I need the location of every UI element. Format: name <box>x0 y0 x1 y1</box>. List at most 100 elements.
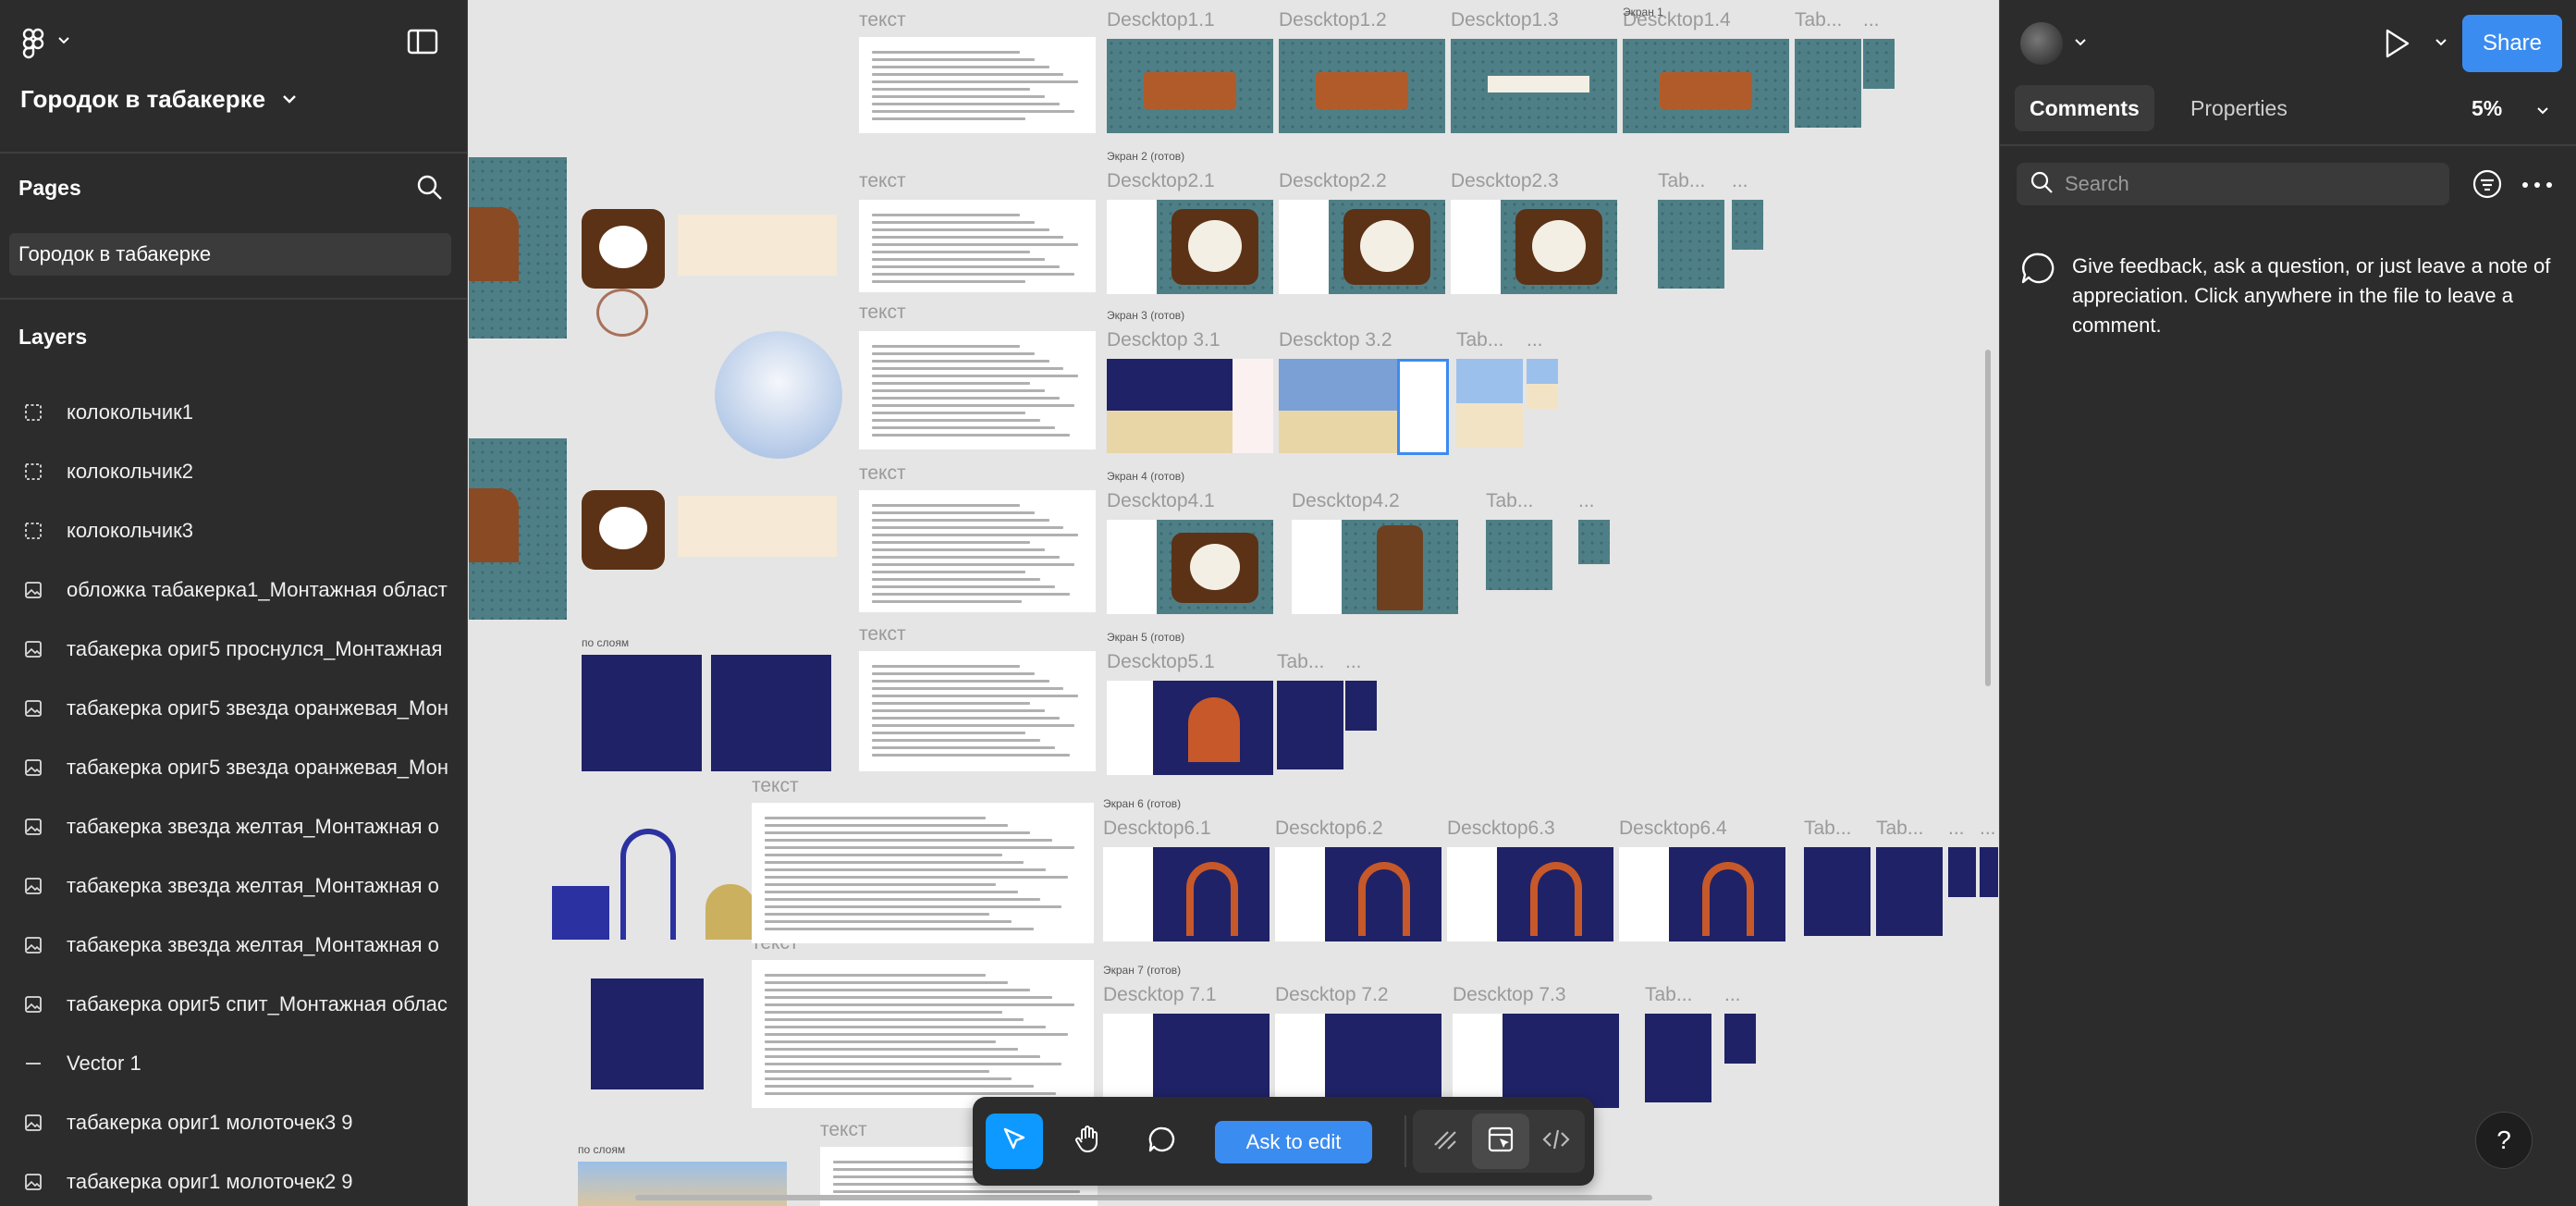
comment-tool-button[interactable] <box>1134 1114 1191 1169</box>
artwork-thumbnail[interactable] <box>582 655 702 771</box>
layer-item[interactable]: табакерка ориг5 звезда оранжевая_Мон <box>0 738 467 797</box>
artwork-thumbnail[interactable] <box>552 886 609 940</box>
dev-mode-button[interactable] <box>1527 1114 1585 1169</box>
share-button[interactable]: Share <box>2462 15 2562 72</box>
desktop-frame[interactable] <box>1275 847 1441 941</box>
hand-tool-button[interactable] <box>1060 1114 1117 1169</box>
layer-item[interactable]: табакерка ориг5 спит_Монтажная облас <box>0 975 467 1034</box>
help-button[interactable]: ? <box>2475 1112 2533 1169</box>
layer-item[interactable]: табакерка ориг5 проснулся_Монтажная <box>0 620 467 679</box>
artwork-thumbnail[interactable] <box>620 829 676 940</box>
artwork-thumbnail[interactable] <box>678 496 837 557</box>
mobile-frame[interactable] <box>1980 847 1998 897</box>
chevron-down-icon[interactable] <box>2074 35 2087 52</box>
layer-item[interactable]: Vector 1 <box>0 1034 467 1093</box>
search-input[interactable] <box>2065 172 2435 196</box>
layer-item[interactable]: табакерка ориг5 звезда оранжевая_Мон <box>0 679 467 738</box>
text-frame[interactable] <box>859 37 1096 133</box>
zoom-level[interactable]: 5% <box>2472 96 2502 121</box>
figma-logo-icon[interactable] <box>22 28 44 64</box>
text-frame[interactable] <box>859 651 1096 771</box>
search-icon[interactable] <box>416 174 444 206</box>
file-title-row[interactable]: Городок в табакерке <box>20 85 297 114</box>
desktop-frame[interactable] <box>1453 1014 1619 1108</box>
sidebar-toggle-icon[interactable] <box>407 28 438 60</box>
tablet-frame[interactable] <box>1486 520 1552 590</box>
vertical-scrollbar[interactable] <box>1985 350 1991 686</box>
design-mode-button[interactable] <box>1472 1114 1529 1169</box>
tablet-frame[interactable] <box>1277 681 1343 769</box>
desktop-frame[interactable] <box>1107 200 1273 294</box>
layer-item[interactable]: табакерка звезда желтая_Монтажная о <box>0 797 467 856</box>
desktop-frame[interactable] <box>1279 200 1445 294</box>
artwork-thumbnail[interactable] <box>715 331 842 459</box>
tab-properties[interactable]: Properties <box>2176 85 2302 131</box>
page-item[interactable]: Городок в табакерке <box>9 233 451 276</box>
artwork-thumbnail[interactable] <box>678 215 837 276</box>
text-frame[interactable] <box>752 803 1094 943</box>
artwork-thumbnail[interactable] <box>469 488 519 562</box>
text-frame[interactable] <box>859 200 1096 292</box>
tab-comments[interactable]: Comments <box>2015 85 2154 131</box>
tablet-frame[interactable] <box>1876 847 1943 936</box>
chevron-down-icon[interactable] <box>2536 104 2549 120</box>
text-frame[interactable] <box>859 331 1096 449</box>
layer-item[interactable]: табакерка ориг1 молоточек3 9 <box>0 1093 467 1152</box>
mobile-frame[interactable] <box>1948 847 1976 897</box>
tablet-frame[interactable] <box>1456 359 1523 448</box>
desktop-frame[interactable] <box>1103 847 1270 941</box>
desktop-frame[interactable] <box>1451 200 1617 294</box>
chevron-down-icon[interactable] <box>2435 35 2447 52</box>
desktop-frame[interactable] <box>1103 1014 1270 1108</box>
ask-to-edit-button[interactable]: Ask to edit <box>1215 1121 1372 1163</box>
desktop-frame[interactable] <box>1107 359 1273 453</box>
file-menu-chevron-icon[interactable] <box>282 92 297 108</box>
text-frame[interactable] <box>859 490 1096 612</box>
layer-item[interactable]: табакерка ориг1 молоточек2 9 <box>0 1152 467 1206</box>
horizontal-scrollbar[interactable] <box>635 1195 1652 1200</box>
mobile-frame[interactable] <box>1732 200 1763 250</box>
artwork-thumbnail[interactable] <box>591 978 704 1089</box>
tablet-frame[interactable] <box>1795 39 1861 128</box>
desktop-frame[interactable] <box>1451 39 1617 133</box>
desktop-frame[interactable] <box>1275 1014 1441 1108</box>
layer-item[interactable]: табакерка звезда желтая_Монтажная о <box>0 856 467 916</box>
layer-item[interactable]: табакерка звезда желтая_Монтажная о <box>0 916 467 975</box>
canvas[interactable]: по слоям по слоям текст текст текст текс… <box>469 0 1998 1206</box>
desktop-frame[interactable] <box>1107 520 1273 614</box>
text-frame[interactable] <box>752 960 1094 1108</box>
desktop-frame[interactable] <box>1619 847 1785 941</box>
artwork-thumbnail[interactable] <box>469 207 519 281</box>
mobile-frame[interactable] <box>1724 1014 1756 1064</box>
draw-mode-button[interactable] <box>1417 1114 1474 1169</box>
desktop-frame[interactable] <box>1279 39 1445 133</box>
filter-icon[interactable] <box>2472 168 2503 204</box>
tablet-frame[interactable] <box>1645 1014 1711 1102</box>
tablet-frame[interactable] <box>1658 200 1724 289</box>
avatar[interactable] <box>2020 22 2063 65</box>
mobile-frame[interactable] <box>1578 520 1610 564</box>
mobile-frame[interactable] <box>1863 39 1895 89</box>
artwork-thumbnail[interactable] <box>705 884 755 940</box>
artwork-thumbnail[interactable] <box>596 289 648 337</box>
layer-item[interactable]: колокольчик2 <box>0 442 467 501</box>
desktop-frame[interactable] <box>1292 520 1458 614</box>
mobile-frame[interactable] <box>1345 681 1377 731</box>
tablet-frame[interactable] <box>1804 847 1871 936</box>
selected-frame[interactable] <box>1397 359 1449 455</box>
mobile-frame[interactable] <box>1527 359 1558 409</box>
artwork-thumbnail[interactable] <box>582 209 665 289</box>
desktop-frame[interactable] <box>1623 39 1789 133</box>
desktop-frame[interactable] <box>1107 39 1273 133</box>
artwork-thumbnail[interactable] <box>582 490 665 570</box>
artwork-thumbnail[interactable] <box>711 655 831 771</box>
layer-item[interactable]: колокольчик3 <box>0 501 467 560</box>
more-options-icon[interactable] <box>2521 178 2553 194</box>
desktop-frame[interactable] <box>1447 847 1613 941</box>
layer-item[interactable]: колокольчик1 <box>0 383 467 442</box>
desktop-frame[interactable] <box>1107 681 1273 775</box>
layer-item[interactable]: обложка табакерка1_Монтажная област <box>0 560 467 620</box>
move-tool-button[interactable] <box>986 1114 1043 1169</box>
present-play-icon[interactable] <box>2383 28 2410 64</box>
main-menu-chevron-icon[interactable] <box>57 33 70 50</box>
